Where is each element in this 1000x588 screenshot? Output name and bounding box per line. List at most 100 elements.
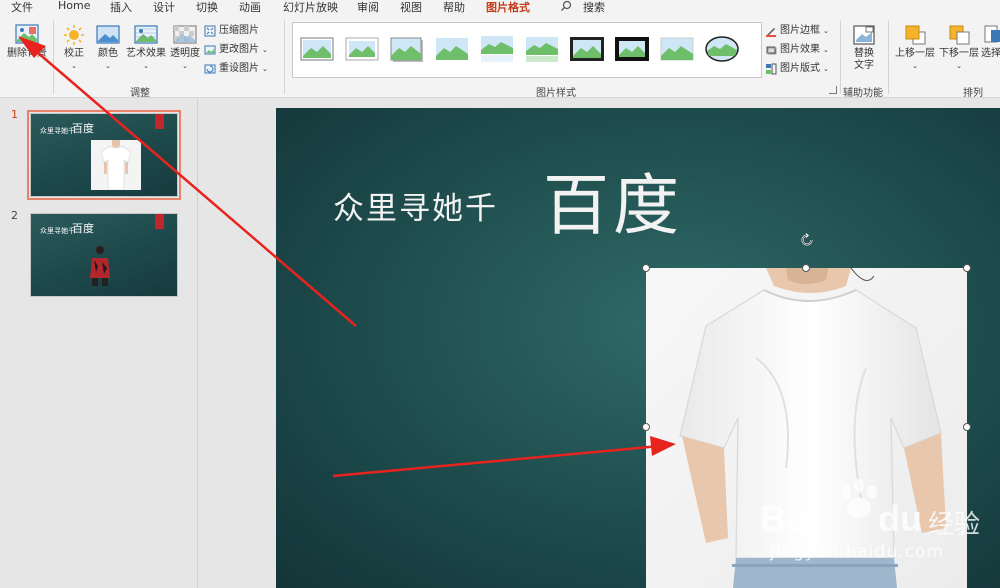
accessibility-group-label: 辅助功能 — [843, 88, 883, 99]
sun-icon — [64, 25, 84, 45]
separator — [284, 20, 285, 94]
bring-forward-button[interactable]: 上移一层 ⌄ — [894, 24, 936, 72]
slide-number: 1 — [11, 108, 18, 121]
separator — [888, 20, 889, 94]
separator — [840, 20, 841, 94]
picture-border-label: 图片边框 — [780, 25, 820, 36]
picture-style-black-frame[interactable] — [614, 34, 650, 64]
send-backward-button[interactable]: 下移一层 ⌄ — [938, 24, 980, 72]
tab-help[interactable]: 帮助 — [443, 0, 465, 15]
thumb-tshirt-photo — [91, 140, 141, 190]
compress-label: 压缩图片 — [219, 25, 259, 36]
selection-label: 选择 — [981, 48, 1000, 59]
picture-style-soft-edge[interactable] — [344, 34, 380, 64]
corrections-label: 校正 — [64, 48, 84, 59]
resize-handle-right[interactable] — [963, 423, 971, 431]
transparency-button[interactable]: 透明度 ⌄ — [170, 24, 200, 72]
paw-icon — [841, 479, 877, 518]
effects-icon — [766, 46, 777, 55]
tab-file[interactable]: 文件 — [11, 0, 33, 15]
picture-style-plain-2[interactable] — [659, 34, 695, 64]
tab-design[interactable]: 设计 — [153, 0, 175, 15]
slide-title-small-text[interactable]: 众里寻她千 — [333, 183, 498, 228]
selection-icon — [984, 25, 1000, 43]
compress-icon — [204, 25, 216, 37]
artistic-effects-button[interactable]: 艺术效果 ⌄ — [124, 24, 168, 72]
rotate-handle-icon[interactable] — [799, 232, 815, 248]
thumb-title-small: 众里寻她千 — [40, 227, 75, 235]
separator — [53, 20, 54, 94]
transparency-label: 透明度 — [170, 48, 200, 59]
thumb-person-cutout — [90, 246, 110, 286]
picture-styles-group-label: 图片样式 — [536, 88, 576, 99]
remove-background-button[interactable]: 删除背景 — [4, 24, 50, 60]
color-icon — [96, 25, 120, 44]
pen-icon — [766, 28, 776, 37]
change-picture-icon — [204, 45, 216, 55]
picture-layout-button[interactable]: 图片版式 ⌄ — [765, 63, 829, 75]
slide-thumbnail-2[interactable]: 众里寻她千 百度 — [30, 213, 178, 297]
remove-background-icon — [15, 24, 39, 44]
resize-handle-top[interactable] — [802, 264, 810, 272]
picture-styles-gallery[interactable]: ▲ ▼ ☰ — [292, 22, 762, 78]
picture-effects-label: 图片效果 — [780, 44, 820, 55]
reset-picture-icon — [204, 64, 216, 74]
picture-effects-button[interactable]: 图片效果 ⌄ — [765, 44, 829, 56]
tab-search[interactable]: 搜索 — [583, 0, 605, 15]
resize-handle-top-left[interactable] — [642, 264, 650, 272]
thumb-title-big: 百度 — [72, 222, 94, 235]
ribbon: 删除背景 校正 ⌄ 颜色 ⌄ 艺术效果 ⌄ 透明度 ⌄ 压缩图片 更改图片 ⌄ … — [0, 14, 1000, 99]
tab-animations[interactable]: 动画 — [239, 0, 261, 15]
thumb-red-bookmark — [155, 114, 164, 129]
corrections-button[interactable]: 校正 ⌄ — [58, 24, 90, 72]
tab-review[interactable]: 审阅 — [357, 0, 379, 15]
picture-style-shadow[interactable] — [389, 34, 425, 64]
baidu-jingyan-watermark: Bai du 经验 jingyan.baidu.com — [750, 478, 990, 568]
change-picture-label: 更改图片 — [219, 44, 259, 55]
menu-bar: 文件 Home 插入 设计 切换 动画 幻灯片放映 审阅 视图 帮助 图片格式 … — [0, 0, 1000, 18]
thumb-title-big: 百度 — [72, 122, 94, 135]
slide-title-big-text[interactable]: 百度 — [543, 152, 683, 248]
slide-number: 2 — [11, 209, 18, 222]
alt-text-button[interactable]: 替换文字 — [848, 24, 880, 72]
compress-pictures-button[interactable]: 压缩图片 — [204, 25, 259, 37]
resize-handle-left[interactable] — [642, 423, 650, 431]
tab-transitions[interactable]: 切换 — [196, 0, 218, 15]
picture-style-reflection[interactable] — [479, 34, 515, 64]
picture-style-plain[interactable] — [434, 34, 470, 64]
remove-background-label: 删除背景 — [7, 48, 47, 59]
tab-view[interactable]: 视图 — [400, 0, 422, 15]
picture-border-button[interactable]: 图片边框 ⌄ — [765, 25, 829, 37]
slide-thumbnail-1[interactable]: 众里寻她千 百度 — [27, 110, 181, 200]
thumb-red-bookmark — [155, 214, 164, 229]
resize-handle-top-right[interactable] — [963, 264, 971, 272]
reset-picture-button[interactable]: 重设图片 ⌄ — [204, 63, 268, 75]
tab-insert[interactable]: 插入 — [110, 0, 132, 15]
send-backward-icon — [949, 25, 970, 45]
selection-pane-button[interactable]: 选择 — [981, 24, 1000, 60]
tab-slideshow[interactable]: 幻灯片放映 — [283, 0, 338, 15]
change-picture-button[interactable]: 更改图片 ⌄ — [204, 44, 268, 56]
tab-home[interactable]: Home — [58, 0, 90, 12]
artistic-effects-icon — [134, 25, 158, 44]
color-button[interactable]: 颜色 ⌄ — [93, 24, 123, 72]
watermark-brand-right: du — [878, 498, 922, 539]
thumb-title-small: 众里寻她千 — [40, 127, 75, 135]
artistic-effects-label: 艺术效果 — [126, 48, 166, 59]
alt-text-icon — [853, 25, 875, 45]
arrange-group-label: 排列 — [963, 88, 983, 99]
watermark-brand-left: Bai — [760, 498, 817, 539]
picture-layout-label: 图片版式 — [780, 63, 820, 74]
tab-picture-format[interactable]: 图片格式 — [486, 0, 530, 18]
picture-style-soft-reflection[interactable] — [524, 34, 560, 64]
picture-style-simple-frame[interactable] — [299, 34, 335, 64]
picture-style-oval[interactable] — [704, 34, 740, 64]
alt-text-label: 替换文字 — [854, 48, 874, 71]
transparency-icon — [173, 25, 197, 44]
slide-thumbnails-pane: 1 众里寻她千 百度 2 众里寻她千 百度 — [0, 99, 198, 588]
search-icon[interactable] — [560, 0, 572, 12]
picture-styles-dialog-launcher[interactable] — [829, 86, 837, 94]
picture-style-thick-frame[interactable] — [569, 34, 605, 64]
watermark-url: jingyan.baidu.com — [770, 542, 944, 562]
watermark-jingyan: 经验 — [928, 510, 981, 540]
